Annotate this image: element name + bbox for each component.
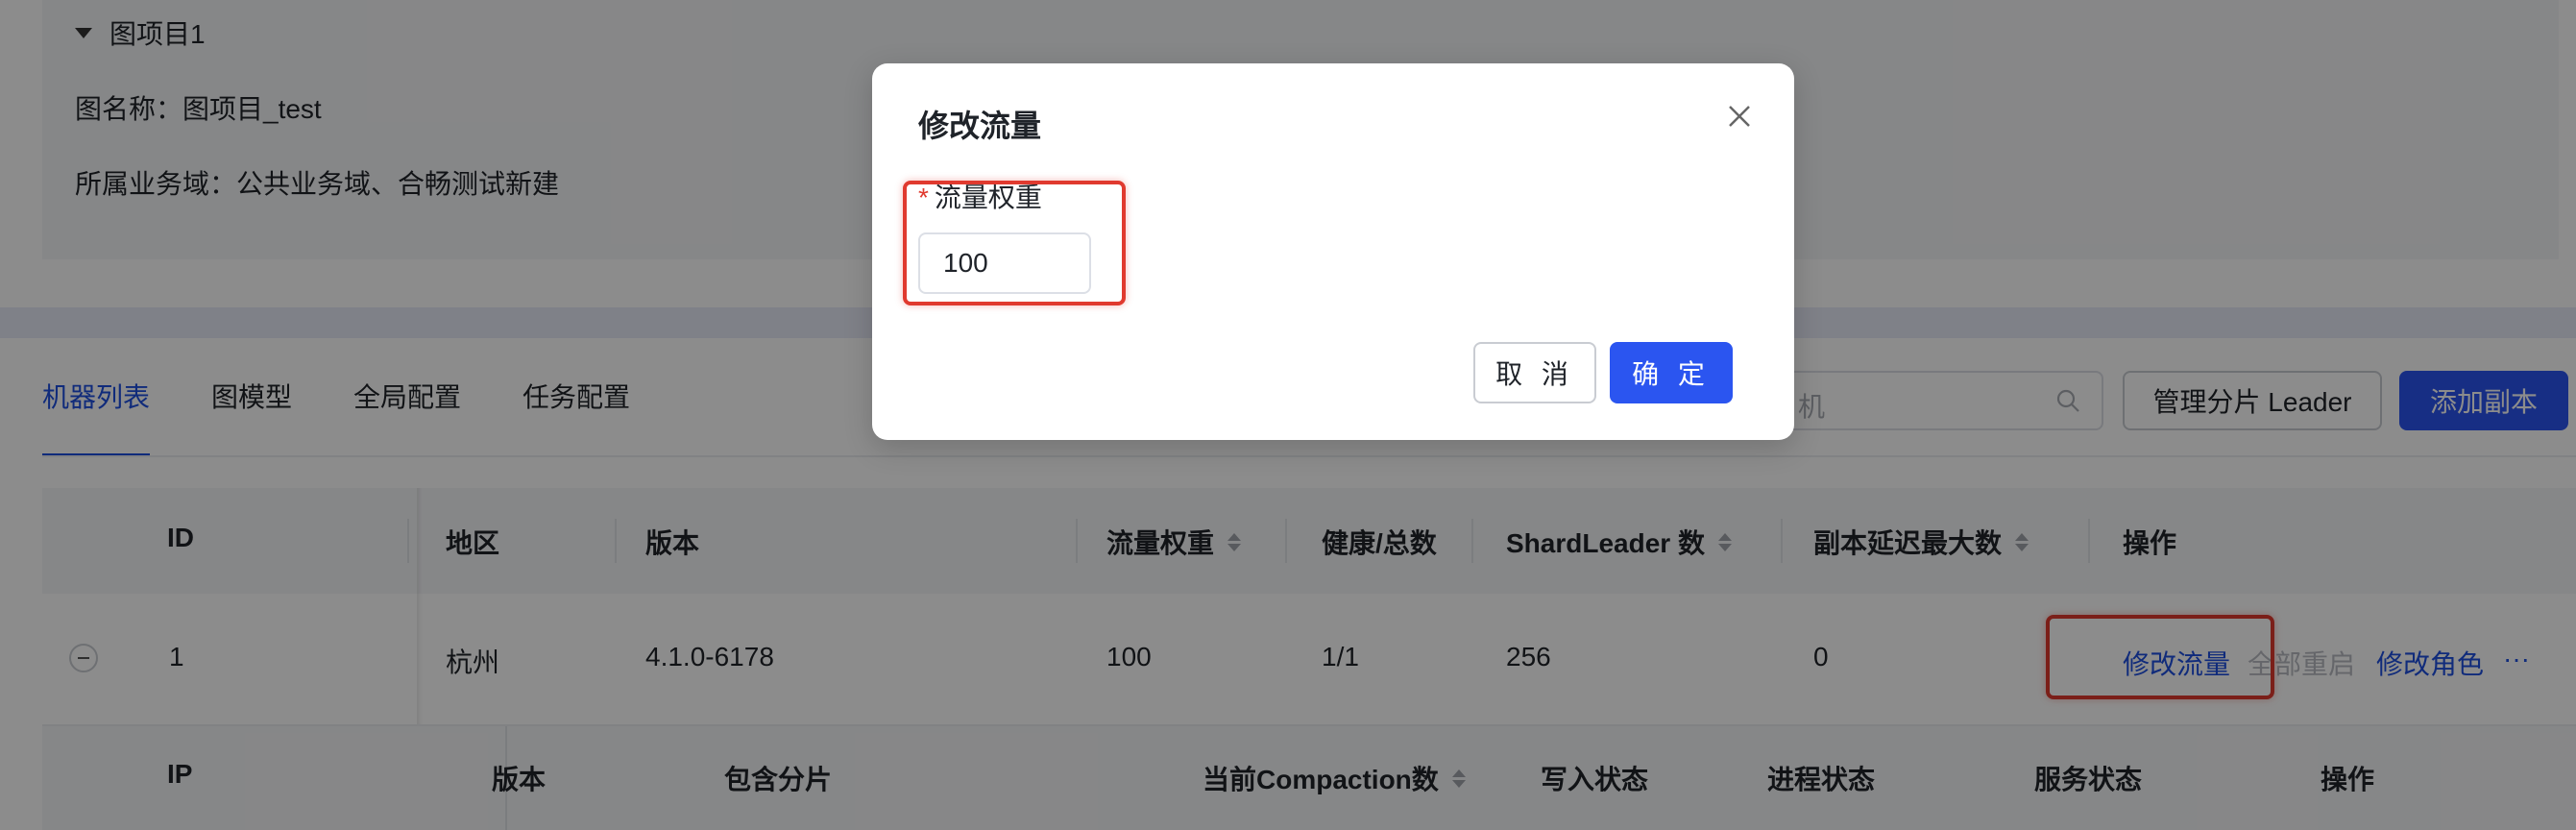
graph-project-page: 图项目1 图名称：图项目_test 所属业务域：公共业务域、合畅测试新建 机器列… bbox=[0, 0, 2576, 830]
confirm-button[interactable]: 确 定 bbox=[1610, 342, 1733, 403]
highlight-box-field bbox=[903, 181, 1126, 305]
dialog-title: 修改流量 bbox=[918, 109, 1042, 143]
modify-traffic-dialog: 修改流量 * 流量权重 100 取 消 确 定 bbox=[872, 63, 1794, 440]
close-icon[interactable] bbox=[1723, 100, 1756, 133]
cancel-button[interactable]: 取 消 bbox=[1473, 342, 1596, 403]
